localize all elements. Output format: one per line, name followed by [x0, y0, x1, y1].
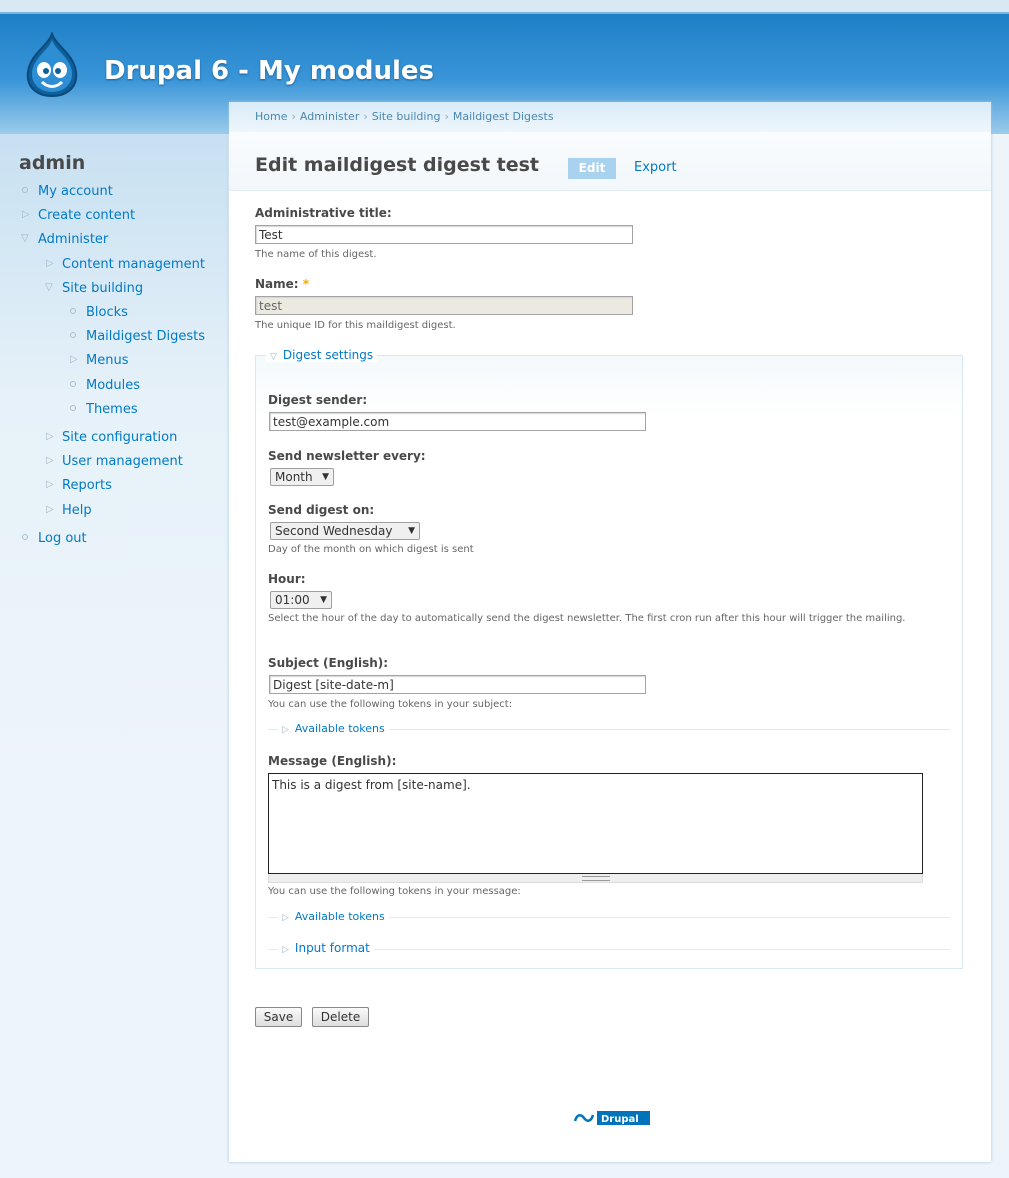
breadcrumb-administer[interactable]: Administer — [300, 110, 359, 123]
collapsed-triangle-icon: ▷ — [282, 913, 289, 923]
message-textarea[interactable]: This is a digest from [site-name]. — [268, 773, 923, 874]
collapsed-triangle-icon: ▷ — [46, 504, 54, 515]
input-format-text: Input format — [294, 941, 370, 955]
collapsed-triangle-icon: ▷ — [282, 725, 289, 735]
digest-settings-legend-text: Digest settings — [282, 348, 374, 362]
title-bar: Edit maildigest digest test Edit Export — [229, 132, 991, 191]
sidebar-item-blocks[interactable]: Blocks — [86, 305, 128, 320]
drupal-badge-text: Drupal — [601, 1114, 639, 1125]
sidebar-item-create-content[interactable]: Create content — [38, 208, 135, 223]
dropdown-arrow-icon: ▼ — [320, 595, 327, 605]
save-button[interactable]: Save — [255, 1007, 302, 1027]
grip-lines-icon — [581, 876, 610, 881]
digest-settings-fieldset: ▽ Digest settings Digest sender: Send new… — [255, 348, 963, 969]
send-on-value: Second Wednesday — [275, 524, 393, 538]
sidebar-item-site-building[interactable]: Site building — [62, 281, 143, 296]
send-every-label: Send newsletter every: — [268, 449, 426, 463]
sidebar-item-user-management[interactable]: User management — [62, 454, 183, 469]
main-content: Home › Administer › Site building › Maildigest… — [229, 102, 991, 1162]
available-tokens-message[interactable]: ▷ Available tokens — [278, 910, 389, 923]
sidebar-item-maildigest-digests[interactable]: Maildigest Digests — [86, 329, 205, 344]
tab-edit[interactable]: Edit — [568, 158, 616, 179]
sidebar-item-themes[interactable]: Themes — [86, 402, 138, 417]
expanded-triangle-icon: ▽ — [21, 233, 29, 244]
leaf-bullet-icon — [70, 308, 76, 314]
sidebar-item-modules[interactable]: Modules — [86, 378, 140, 393]
required-marker: * — [302, 277, 310, 291]
send-on-label: Send digest on: — [268, 503, 375, 517]
sidebar-item-reports[interactable]: Reports — [62, 478, 112, 493]
sidebar-item-administer[interactable]: Administer — [38, 232, 108, 247]
admin-title-input[interactable] — [255, 225, 633, 244]
available-tokens-message-text: Available tokens — [294, 910, 385, 923]
name-label-text: Name: — [255, 277, 299, 291]
admin-title-label: Administrative title: — [255, 206, 392, 220]
sidebar-item-log-out[interactable]: Log out — [38, 531, 87, 546]
subject-input[interactable] — [269, 675, 646, 694]
collapsed-triangle-icon: ▷ — [46, 479, 54, 490]
sidebar-title: admin — [19, 152, 86, 174]
subject-description: You can use the following tokens in your… — [268, 699, 513, 710]
sidebar-item-my-account[interactable]: My account — [38, 184, 113, 199]
collapsed-triangle-icon: ▷ — [282, 945, 289, 955]
dropdown-arrow-icon: ▼ — [408, 526, 415, 536]
available-tokens-subject-text: Available tokens — [294, 722, 385, 735]
breadcrumb-home[interactable]: Home — [255, 110, 287, 123]
admin-title-description: The name of this digest. — [255, 249, 377, 260]
sidebar-item-help[interactable]: Help — [62, 503, 92, 518]
leaf-bullet-icon — [70, 405, 76, 411]
breadcrumb-site-building[interactable]: Site building — [372, 110, 441, 123]
digest-sender-label: Digest sender: — [268, 393, 368, 407]
name-input — [255, 296, 633, 315]
leaf-bullet-icon — [22, 187, 28, 193]
breadcrumb-separator-icon: › — [444, 110, 449, 123]
send-every-value: Month — [275, 470, 313, 484]
collapsed-triangle-icon: ▷ — [70, 354, 78, 365]
breadcrumb-bar: Home › Administer › Site building › Maildigest… — [229, 102, 991, 132]
dropdown-arrow-icon: ▼ — [322, 472, 329, 482]
sidebar-item-site-configuration[interactable]: Site configuration — [62, 430, 177, 445]
name-label: Name: * — [255, 277, 309, 291]
drupal-logo-icon[interactable] — [22, 32, 82, 98]
send-on-description: Day of the month on which digest is sent — [268, 544, 474, 555]
collapsed-triangle-icon: ▷ — [46, 258, 54, 269]
message-description: You can use the following tokens in your… — [268, 886, 521, 897]
digest-sender-input[interactable] — [269, 412, 646, 431]
breadcrumb-separator-icon: › — [291, 110, 296, 123]
subject-label: Subject (English): — [268, 656, 389, 670]
expanded-triangle-icon: ▽ — [270, 352, 277, 362]
sidebar-item-menus[interactable]: Menus — [86, 353, 128, 368]
name-description: The unique ID for this maildigest digest… — [255, 320, 456, 331]
delete-button[interactable]: Delete — [312, 1007, 369, 1027]
powered-by-drupal-badge[interactable]: Drupal — [571, 1111, 650, 1125]
message-label: Message (English): — [268, 754, 397, 768]
hour-description: Select the hour of the day to automatica… — [268, 613, 906, 624]
tab-export[interactable]: Export — [634, 160, 677, 175]
send-on-select[interactable]: Second Wednesday ▼ — [270, 522, 420, 540]
hour-label: Hour: — [268, 572, 306, 586]
page-title: Edit maildigest digest test — [255, 154, 540, 176]
collapsed-triangle-icon: ▷ — [46, 455, 54, 466]
site-name[interactable]: Drupal 6 - My modules — [104, 56, 434, 86]
hour-select[interactable]: 01:00 ▼ — [270, 591, 332, 609]
sidebar-item-content-management[interactable]: Content management — [62, 257, 205, 272]
leaf-bullet-icon — [70, 332, 76, 338]
expanded-triangle-icon: ▽ — [45, 282, 53, 293]
digest-settings-legend[interactable]: ▽ Digest settings — [266, 348, 378, 362]
breadcrumb-maildigest-digests[interactable]: Maildigest Digests — [453, 110, 554, 123]
input-format-fieldset[interactable]: ▷ Input format — [278, 941, 374, 955]
leaf-bullet-icon — [22, 534, 28, 540]
textarea-resize-grip[interactable] — [268, 874, 923, 883]
send-every-select[interactable]: Month ▼ — [270, 468, 334, 486]
breadcrumb-separator-icon: › — [363, 110, 368, 123]
top-strip — [0, 0, 1009, 14]
leaf-bullet-icon — [70, 381, 76, 387]
collapsed-triangle-icon: ▷ — [22, 209, 30, 220]
hour-value: 01:00 — [275, 593, 310, 607]
available-tokens-subject[interactable]: ▷ Available tokens — [278, 722, 389, 735]
collapsed-triangle-icon: ▷ — [46, 431, 54, 442]
sidebar: admin My account ▷ Create content ▽ Admi… — [0, 134, 228, 1178]
breadcrumb: Home › Administer › Site building › Maildigest… — [255, 110, 554, 123]
